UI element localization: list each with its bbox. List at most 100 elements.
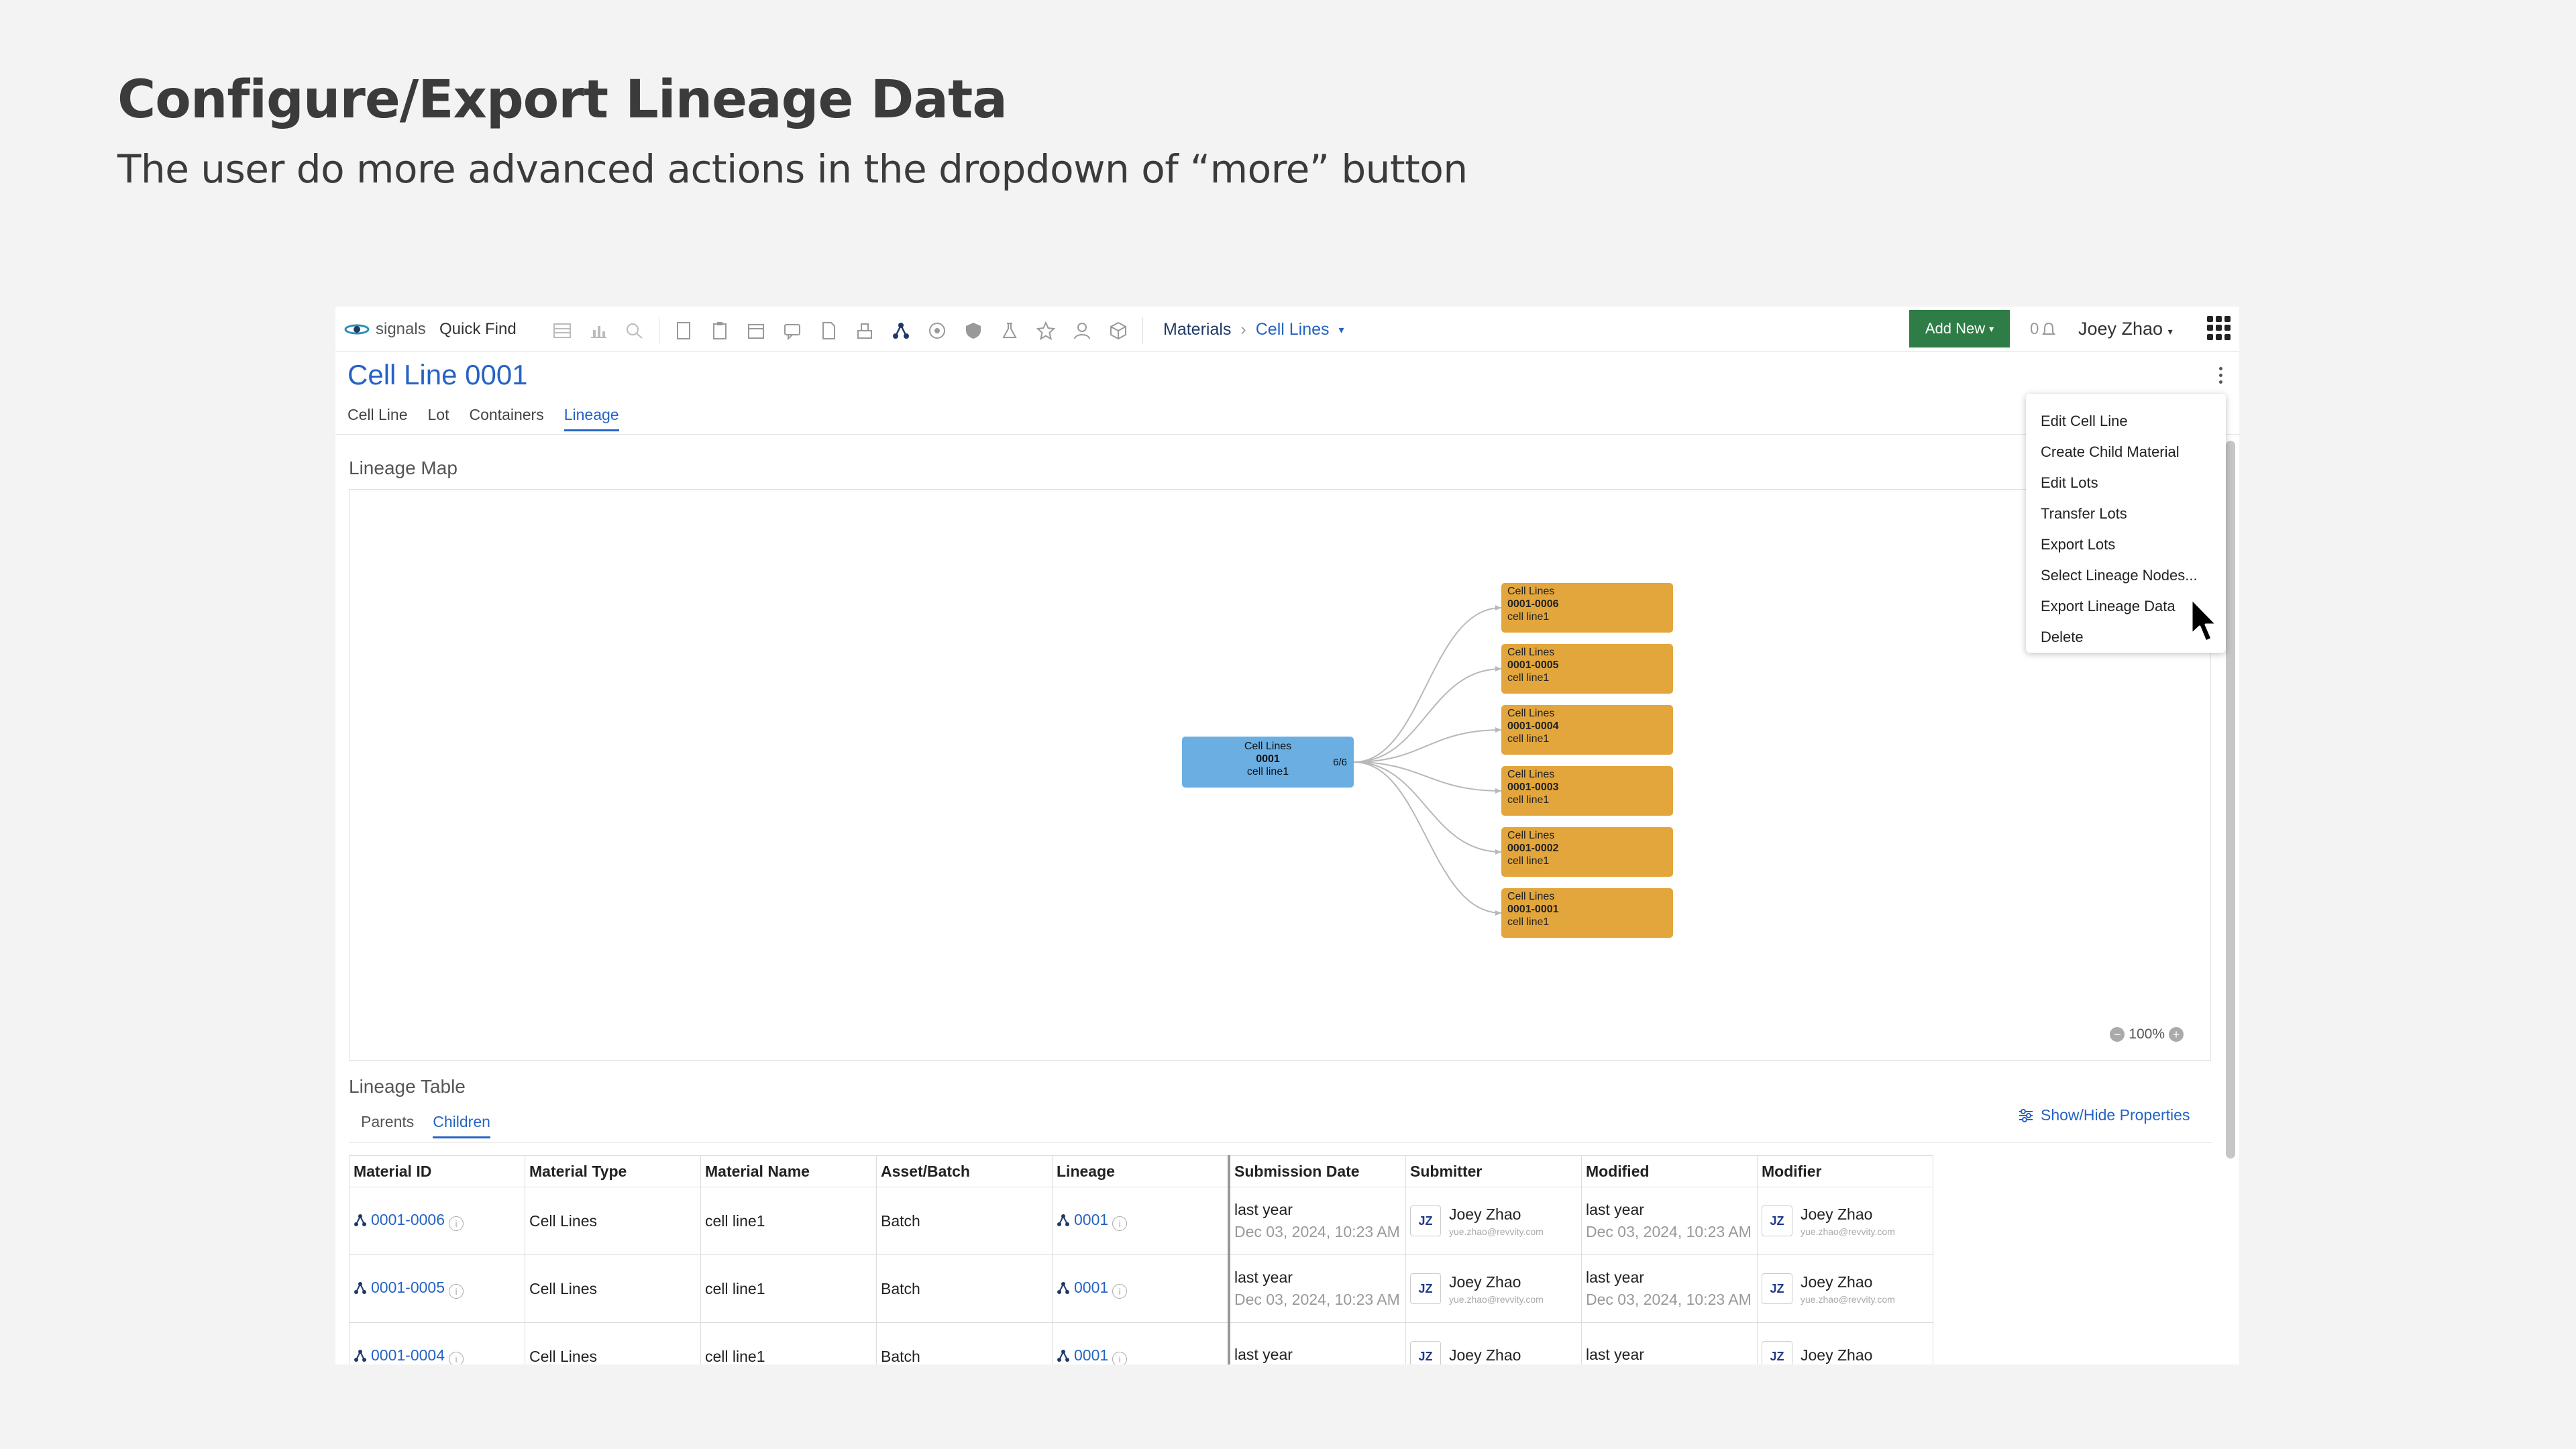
modified-date: Dec 03, 2024, 10:23 AM — [1586, 1223, 1752, 1240]
chat-icon[interactable] — [780, 319, 804, 343]
tab-cell-line[interactable]: Cell Line — [347, 406, 408, 431]
flask-icon[interactable] — [998, 319, 1022, 343]
chevron-right-icon: › — [1240, 320, 1246, 339]
node-type: Cell Lines — [1507, 708, 1555, 719]
breadcrumb-cell-lines[interactable]: Cell Lines — [1256, 320, 1330, 339]
menu-item-create-child-material[interactable]: Create Child Material — [2026, 437, 2226, 468]
lineage-root-node[interactable]: Cell Lines 0001 cell line1 6/6 — [1182, 737, 1354, 788]
modifier-name: Joey Zhao — [1801, 1205, 1873, 1223]
page-title: Cell Line 0001 — [347, 359, 528, 390]
node-name: cell line1 — [1507, 733, 1550, 745]
menu-item-transfer-lots[interactable]: Transfer Lots — [2026, 498, 2226, 529]
table-header-row: Material ID Material Type Material Name … — [349, 1155, 1933, 1187]
info-icon[interactable]: i — [1112, 1351, 1128, 1364]
node-type: Cell Lines — [1507, 891, 1555, 902]
table-row[interactable]: 0001-0004 i Cell Lines cell line1 Batch 0… — [349, 1322, 1933, 1364]
shield-icon[interactable] — [961, 319, 985, 343]
tab-lot[interactable]: Lot — [428, 406, 449, 431]
menu-item-edit-cell-line[interactable]: Edit Cell Line — [2026, 406, 2226, 437]
lineage-icon[interactable] — [889, 319, 913, 343]
info-icon[interactable]: i — [1112, 1216, 1128, 1231]
user-name: Joey Zhao — [2078, 319, 2163, 339]
column-header[interactable]: Lineage — [1052, 1155, 1230, 1187]
table-icon[interactable] — [550, 319, 574, 343]
lineage-child-node[interactable]: Cell Lines 0001-0002 cell line1 — [1501, 827, 1673, 877]
clipboard-icon[interactable] — [708, 319, 732, 343]
column-header[interactable]: Material Type — [525, 1155, 701, 1187]
column-header[interactable]: Modified — [1581, 1155, 1758, 1187]
table-row[interactable]: 0001-0005 i Cell Lines cell line1 Batch 0… — [349, 1254, 1933, 1323]
column-header[interactable]: Modifier — [1757, 1155, 1933, 1187]
column-header[interactable]: Submission Date — [1228, 1155, 1406, 1187]
search-icon[interactable] — [623, 319, 647, 343]
column-header[interactable]: Material Name — [700, 1155, 877, 1187]
add-new-button[interactable]: Add New ▾ — [1909, 310, 2010, 347]
tab-lineage[interactable]: Lineage — [564, 406, 619, 431]
notification-count: 0 — [2030, 320, 2039, 338]
node-id: 0001-0006 — [1507, 598, 1559, 610]
info-icon[interactable]: i — [449, 1216, 464, 1231]
box-icon[interactable] — [1106, 319, 1130, 343]
lineage-icon — [1057, 1349, 1069, 1362]
lineage-map-canvas[interactable]: Cell Lines 0001 cell line1 6/6 Cell Line… — [349, 489, 2211, 1061]
signals-logo[interactable]: signals — [343, 316, 426, 343]
lineage-table-subtabs: Parents Children — [361, 1113, 490, 1138]
column-header[interactable]: Submitter — [1405, 1155, 1582, 1187]
info-icon[interactable]: i — [1112, 1283, 1128, 1299]
menu-item-edit-lots[interactable]: Edit Lots — [2026, 468, 2226, 498]
info-icon[interactable]: i — [449, 1351, 464, 1364]
caret-down-icon: ▾ — [1989, 323, 1994, 334]
lineage-table: Material ID Material Type Material Name … — [349, 1155, 1933, 1364]
subtab-parents[interactable]: Parents — [361, 1113, 414, 1138]
submission-date: Dec 03, 2024, 10:23 AM — [1234, 1291, 1400, 1308]
lineage-link[interactable]: 0001 — [1057, 1346, 1108, 1364]
lineage-child-node[interactable]: Cell Lines 0001-0001 cell line1 — [1501, 888, 1673, 938]
menu-item-export-lots[interactable]: Export Lots — [2026, 529, 2226, 560]
show-hide-properties-button[interactable]: Show/Hide Properties — [2018, 1106, 2190, 1124]
cell-icon[interactable] — [925, 319, 949, 343]
lineage-link[interactable]: 0001 — [1057, 1279, 1108, 1297]
lineage-map-label: Lineage Map — [349, 458, 458, 478]
table-row[interactable]: 0001-0006 i Cell Lines cell line1 Batch 0… — [349, 1187, 1933, 1255]
material-id-link[interactable]: 0001-0004 — [354, 1346, 445, 1364]
breadcrumb-materials[interactable]: Materials — [1163, 320, 1231, 339]
column-header[interactable]: Asset/Batch — [876, 1155, 1053, 1187]
menu-item-select-lineage-nodes[interactable]: Select Lineage Nodes... — [2026, 560, 2226, 591]
more-options-kebab-icon[interactable] — [2214, 363, 2227, 387]
users-icon[interactable] — [1070, 319, 1094, 343]
document-icon[interactable] — [816, 319, 841, 343]
column-header[interactable]: Material ID — [349, 1155, 525, 1187]
subtab-children[interactable]: Children — [433, 1113, 490, 1138]
lineage-child-node[interactable]: Cell Lines 0001-0004 cell line1 — [1501, 705, 1673, 755]
star-icon[interactable] — [1034, 319, 1058, 343]
lineage-child-node[interactable]: Cell Lines 0001-0005 cell line1 — [1501, 644, 1673, 694]
node-id: 0001-0004 — [1507, 720, 1559, 732]
modifier-name: Joey Zhao — [1801, 1346, 1873, 1364]
material-id-link[interactable]: 0001-0006 — [354, 1211, 445, 1229]
calendar-icon[interactable] — [744, 319, 768, 343]
notebook-icon[interactable] — [672, 319, 696, 343]
bar-chart-icon[interactable] — [586, 319, 610, 343]
modified-relative: last year — [1586, 1201, 1644, 1218]
tab-containers[interactable]: Containers — [469, 406, 543, 431]
user-menu[interactable]: Joey Zhao ▾ — [2078, 319, 2173, 339]
show-hide-label: Show/Hide Properties — [2041, 1106, 2190, 1124]
lineage-link[interactable]: 0001 — [1057, 1211, 1108, 1229]
material-id: 0001-0004 — [371, 1346, 445, 1364]
slide-title: Configure/Export Lineage Data — [117, 70, 1008, 130]
signals-logo-icon — [344, 324, 370, 335]
page-scrollbar[interactable] — [2226, 441, 2235, 1159]
zoom-in-icon[interactable]: + — [2169, 1027, 2184, 1042]
lineage-child-node[interactable]: Cell Lines 0001-0003 cell line1 — [1501, 766, 1673, 816]
material-id-link[interactable]: 0001-0005 — [354, 1279, 445, 1297]
info-icon[interactable]: i — [449, 1283, 464, 1299]
quick-find-button[interactable]: Quick Find — [439, 320, 517, 339]
app-launcher-grid-icon[interactable] — [2207, 316, 2231, 340]
lineage-child-node[interactable]: Cell Lines 0001-0006 cell line1 — [1501, 583, 1673, 633]
zoom-out-icon[interactable]: − — [2110, 1027, 2125, 1042]
caret-down-icon: ▾ — [1338, 324, 1344, 336]
notifications-button[interactable]: 0 — [2030, 320, 2056, 339]
node-name: cell line1 — [1507, 916, 1550, 928]
lab-instrument-icon[interactable] — [853, 319, 877, 343]
lineage-id: 0001 — [1074, 1346, 1109, 1364]
